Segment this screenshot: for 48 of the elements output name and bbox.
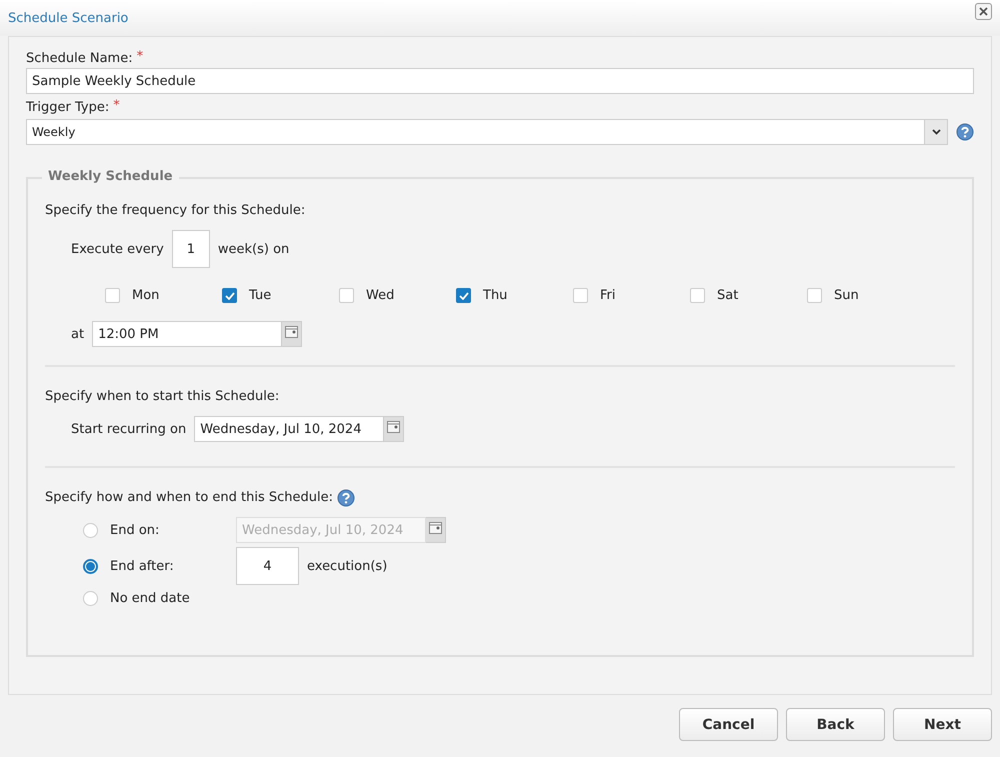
day-checkbox[interactable]: Mon bbox=[105, 288, 214, 303]
trigger-type-dropdown[interactable]: Weekly bbox=[26, 119, 948, 145]
section-heading: Specify how and when to end this Schedule: bbox=[45, 489, 333, 507]
radio-button[interactable] bbox=[83, 558, 98, 574]
option-label: End on: bbox=[110, 522, 160, 540]
section-heading: Specify when to start this Schedule: bbox=[45, 389, 280, 404]
calendar-icon bbox=[387, 421, 400, 433]
calendar-button[interactable] bbox=[282, 321, 302, 347]
option-label: No end date bbox=[110, 590, 190, 608]
dialog-button[interactable]: Cancel bbox=[679, 708, 778, 741]
field-label: week(s) on bbox=[218, 240, 290, 258]
day-checkbox[interactable]: Tue bbox=[222, 288, 331, 303]
group-legend: Weekly Schedule bbox=[42, 169, 179, 184]
help-icon[interactable] bbox=[956, 123, 974, 141]
help-icon[interactable] bbox=[337, 488, 355, 506]
section-heading: Specify the frequency for this Schedule: bbox=[45, 203, 306, 218]
date-field[interactable]: 12:00 PM bbox=[92, 321, 282, 347]
radio-button[interactable] bbox=[83, 591, 98, 606]
close-icon bbox=[979, 6, 988, 16]
calendar-button[interactable] bbox=[426, 517, 446, 543]
check-icon bbox=[458, 292, 468, 300]
interval-field[interactable]: 1 bbox=[172, 230, 210, 268]
window-title: Schedule Scenario bbox=[8, 10, 128, 26]
calendar-button[interactable] bbox=[384, 416, 404, 442]
caret-icon bbox=[932, 129, 940, 135]
dialog-button[interactable]: Next bbox=[893, 708, 992, 741]
day-checkbox[interactable]: Fri bbox=[573, 288, 682, 303]
field-label: at bbox=[71, 326, 84, 344]
close-button[interactable] bbox=[975, 2, 992, 20]
check-icon bbox=[224, 292, 234, 300]
field-label: Schedule Name: bbox=[26, 50, 133, 68]
date-field[interactable]: Wednesday, Jul 10, 2024 bbox=[194, 416, 384, 442]
count-field[interactable]: 4 bbox=[236, 547, 299, 585]
day-checkbox[interactable]: Sat bbox=[690, 288, 799, 303]
option-label: End after: bbox=[110, 558, 174, 576]
required-mark: * bbox=[136, 49, 144, 66]
calendar-icon bbox=[429, 522, 442, 534]
day-checkbox[interactable]: Sun bbox=[807, 288, 916, 303]
required-mark: * bbox=[113, 98, 120, 115]
day-checkbox[interactable]: Wed bbox=[339, 288, 448, 303]
field-label: execution(s) bbox=[307, 558, 388, 576]
calendar-icon bbox=[285, 326, 298, 338]
schedule-name-field[interactable]: Sample Weekly Schedule bbox=[26, 68, 974, 94]
field-label: Execute every bbox=[71, 240, 164, 258]
dialog-button[interactable]: Back bbox=[786, 708, 885, 741]
field-label: Trigger Type: bbox=[26, 99, 110, 117]
field-label: Start recurring on bbox=[71, 420, 186, 438]
day-checkbox[interactable]: Thu bbox=[456, 288, 565, 303]
